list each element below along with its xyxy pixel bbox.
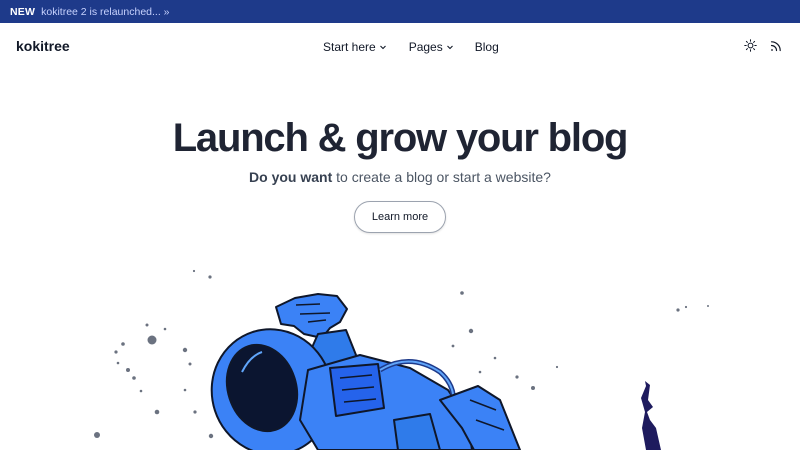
new-badge: NEW bbox=[10, 5, 36, 18]
astronaut bbox=[210, 293, 521, 450]
distant-figure bbox=[641, 381, 661, 450]
menu-item-label: Pages bbox=[408, 40, 443, 54]
learn-more-button[interactable]: Learn more bbox=[354, 201, 446, 233]
hero-subtitle-rest: to create a blog or start a website? bbox=[336, 169, 551, 185]
rss-icon[interactable] bbox=[770, 40, 782, 52]
chevron-down-icon bbox=[446, 43, 454, 51]
menu-item-label: Start here bbox=[323, 40, 376, 54]
top-navigation: kokitree Start here Pages Blog bbox=[0, 23, 800, 71]
hero-subtitle-bold: Do you want bbox=[249, 169, 333, 185]
menu-item-pages[interactable]: Pages bbox=[409, 40, 454, 54]
hero-subtitle: Do you want to create a blog or start a … bbox=[0, 169, 800, 185]
menu-item-blog[interactable]: Blog bbox=[475, 40, 499, 54]
sun-icon[interactable] bbox=[744, 39, 757, 52]
astronaut-illustration bbox=[94, 269, 709, 450]
announcement-link[interactable]: kokitree 2 is relaunched... » bbox=[41, 6, 169, 18]
site-logo[interactable]: kokitree bbox=[16, 38, 70, 54]
announcement-bar[interactable]: NEW kokitree 2 is relaunched... » bbox=[0, 0, 800, 23]
main-menu: Start here Pages Blog bbox=[323, 40, 499, 54]
hero-title: Launch & grow your blog bbox=[172, 116, 629, 160]
menu-item-start-here[interactable]: Start here bbox=[323, 40, 387, 54]
chevron-down-icon bbox=[379, 43, 387, 51]
menu-item-label: Blog bbox=[474, 40, 499, 54]
nav-icons bbox=[744, 39, 782, 52]
